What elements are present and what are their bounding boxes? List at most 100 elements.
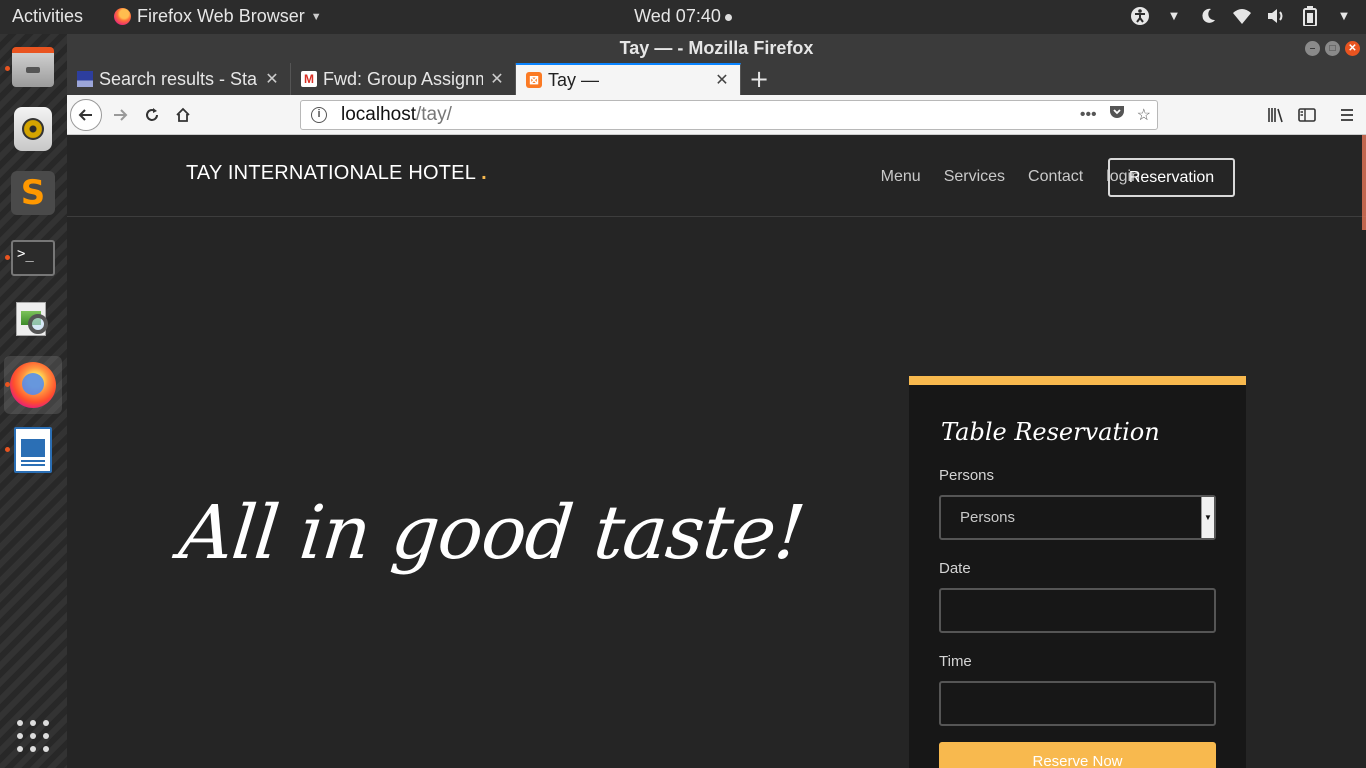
gnome-top-bar: Activities Firefox Web Browser ▼ Wed 07:… (0, 0, 1366, 34)
reload-button[interactable] (138, 101, 166, 129)
reservation-button[interactable]: Reservation (1108, 158, 1235, 197)
ubuntu-dock: S >_ (0, 34, 67, 768)
tab-bar: Search results - Stac ✕ M Fwd: Group Ass… (67, 63, 1366, 95)
system-tray[interactable]: ▼ ▼ (1130, 5, 1354, 27)
tab-gmail[interactable]: M Fwd: Group Assignm ✕ (291, 63, 516, 95)
chevron-down-icon: ▼ (310, 10, 322, 23)
forward-button[interactable] (106, 101, 134, 129)
reserve-now-button[interactable]: Reserve Now (939, 742, 1216, 768)
dock-rhythmbox[interactable] (4, 100, 62, 158)
night-light-icon (1198, 5, 1218, 27)
libreoffice-writer-icon (14, 427, 52, 473)
terminal-icon: >_ (11, 240, 55, 276)
running-indicator (5, 255, 10, 260)
site-brand[interactable]: TAY INTERNATIONALE HOTEL . (186, 162, 487, 185)
sublime-text-icon: S (11, 171, 55, 215)
home-icon (176, 107, 190, 122)
dock-files[interactable] (4, 38, 62, 96)
firefox-window: Tay — - Mozilla Firefox – □ ✕ Search res… (67, 34, 1366, 768)
sidebar-icon (1298, 108, 1316, 122)
reservation-card-title: Table Reservation (941, 418, 1160, 446)
close-icon[interactable]: ✕ (489, 69, 505, 89)
volume-icon (1266, 5, 1286, 27)
dock-image-viewer[interactable] (4, 292, 62, 350)
page-actions-icon[interactable]: ••• (1080, 106, 1097, 124)
menu-button[interactable] (1333, 101, 1361, 129)
reservation-card: Table Reservation Persons Persons ▼ Date… (909, 376, 1246, 768)
hero-heading: All in good taste! (175, 490, 809, 576)
nav-link-contact[interactable]: Contact (1028, 168, 1083, 186)
brand-name: TAY INTERNATIONALE HOTEL (186, 162, 476, 184)
xampp-icon: ⊠ (526, 72, 542, 88)
url-bar[interactable]: i localhost/tay/ ••• ☆ (300, 100, 1158, 130)
tab-title: Search results - Stac (99, 68, 258, 89)
wifi-icon (1232, 5, 1252, 27)
window-title: Tay — - Mozilla Firefox (619, 38, 814, 58)
app-menu-label: Firefox Web Browser (137, 6, 305, 26)
reload-icon (146, 108, 158, 121)
nav-link-menu[interactable]: Menu (881, 168, 921, 186)
close-icon[interactable]: ✕ (1345, 41, 1360, 56)
url-path: /tay/ (416, 104, 452, 125)
arrow-right-icon (114, 109, 128, 121)
clock-label: Wed 07:40 (634, 6, 721, 26)
dropdown-arrow-icon[interactable]: ▼ (1201, 497, 1214, 538)
battery-icon (1300, 5, 1320, 27)
tab-search-results[interactable]: Search results - Stac ✕ (67, 63, 291, 95)
notification-dot-icon (724, 13, 732, 21)
tab-title: Fwd: Group Assignm (323, 68, 483, 89)
persons-select-value: Persons (960, 509, 1016, 526)
date-input[interactable] (939, 588, 1216, 633)
files-icon (12, 47, 54, 87)
back-button[interactable] (70, 99, 102, 131)
app-menu[interactable]: Firefox Web Browser ▼ (114, 6, 322, 27)
running-indicator (5, 66, 10, 71)
running-indicator (5, 447, 10, 452)
firefox-icon (114, 8, 131, 25)
dock-terminal[interactable]: >_ (4, 229, 62, 287)
window-titlebar[interactable]: Tay — - Mozilla Firefox – □ ✕ (67, 34, 1366, 63)
bookmark-star-icon[interactable]: ☆ (1137, 105, 1151, 125)
accessibility-icon[interactable] (1130, 5, 1150, 27)
navigation-toolbar: i localhost/tay/ ••• ☆ (67, 95, 1366, 135)
image-viewer-icon (12, 300, 54, 342)
arrow-left-icon (78, 109, 92, 121)
library-icon (1268, 108, 1283, 123)
show-applications-icon[interactable] (17, 720, 49, 752)
home-button[interactable] (169, 101, 197, 129)
site-nav-links: Menu Services Contact login (881, 168, 1140, 186)
dock-sublime-text[interactable]: S (4, 164, 62, 222)
tab-title: Tay — (548, 69, 600, 90)
hamburger-menu-icon (1341, 109, 1353, 121)
date-label: Date (939, 560, 971, 577)
close-icon[interactable]: ✕ (264, 69, 280, 89)
library-button[interactable] (1262, 101, 1290, 129)
nav-link-services[interactable]: Services (944, 168, 1005, 186)
dock-libreoffice-writer[interactable] (4, 421, 62, 479)
minimize-icon[interactable]: – (1305, 41, 1320, 56)
page-scrollbar[interactable] (1362, 135, 1366, 230)
persons-label: Persons (939, 467, 995, 484)
pocket-icon[interactable] (1109, 104, 1125, 125)
persons-select[interactable]: Persons ▼ (939, 495, 1216, 540)
site-navbar: TAY INTERNATIONALE HOTEL . Menu Services… (67, 135, 1366, 217)
firefox-icon (10, 362, 56, 408)
chevron-down-icon[interactable]: ▼ (1164, 5, 1184, 27)
web-page: TAY INTERNATIONALE HOTEL . Menu Services… (67, 135, 1366, 768)
sidebar-button[interactable] (1293, 101, 1321, 129)
close-icon[interactable]: ✕ (714, 70, 730, 90)
time-label: Time (939, 653, 972, 670)
brand-dot: . (481, 162, 487, 184)
activities-button[interactable]: Activities (12, 6, 83, 27)
url-host: localhost (341, 104, 416, 125)
tab-tay[interactable]: ⊠ Tay — ✕ (516, 63, 741, 95)
chevron-down-icon[interactable]: ▼ (1334, 5, 1354, 27)
info-icon[interactable]: i (311, 107, 327, 123)
dock-firefox[interactable] (4, 356, 62, 414)
stackoverflow-icon (77, 71, 93, 87)
time-input[interactable] (939, 681, 1216, 726)
rhythmbox-icon (14, 107, 52, 151)
new-tab-button[interactable]: + (747, 65, 771, 93)
gmail-icon: M (301, 71, 317, 87)
maximize-icon[interactable]: □ (1325, 41, 1340, 56)
